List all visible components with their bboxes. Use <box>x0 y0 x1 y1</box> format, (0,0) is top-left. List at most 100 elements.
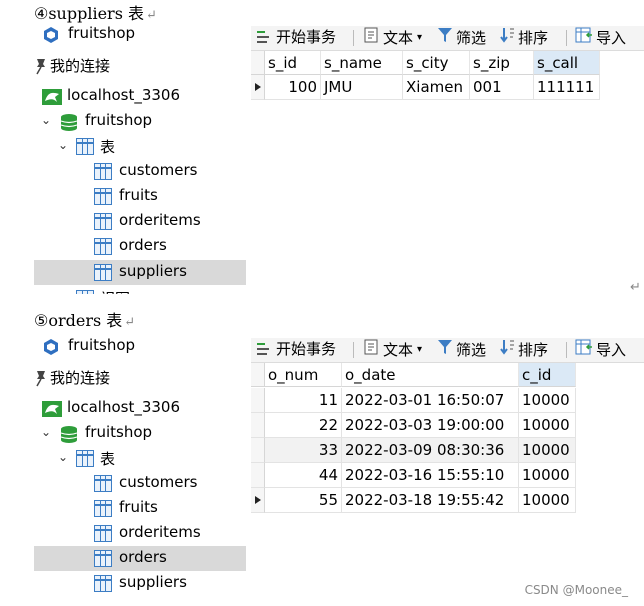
dropdown-caret-icon: ▾ <box>417 31 423 43</box>
table-cell[interactable]: 100 <box>265 75 321 100</box>
tree-server-localhost[interactable]: localhost_3306 <box>34 84 246 109</box>
sort-button[interactable]: 排序 <box>499 26 548 48</box>
tree-table-orders[interactable]: orders <box>34 546 246 571</box>
tree-server-localhost[interactable]: localhost_3306 <box>34 396 246 421</box>
row-marker[interactable] <box>251 413 265 438</box>
chevron-down-icon[interactable]: ⌄ <box>40 425 52 439</box>
row-marker[interactable] <box>251 463 265 488</box>
table-icon <box>94 264 112 281</box>
toolbar-separator <box>566 342 567 358</box>
table-cell[interactable]: 22 <box>265 413 342 438</box>
chevron-down-icon[interactable]: ⌄ <box>57 450 69 464</box>
import-button[interactable]: 导入 <box>575 338 626 360</box>
table-cell[interactable]: 2022-03-16 15:55:10 <box>342 463 519 488</box>
import-button[interactable]: 导入 <box>575 26 626 48</box>
sort-icon <box>499 338 515 360</box>
column-header-s_city[interactable]: s_city <box>403 51 470 75</box>
row-current-marker[interactable] <box>251 75 265 100</box>
transaction-icon <box>255 340 273 358</box>
table-cell[interactable]: 2022-03-18 19:55:42 <box>342 488 519 513</box>
begin-transaction-button[interactable]: 开始事务 <box>255 26 336 47</box>
column-header-o_date[interactable]: o_date <box>342 363 519 387</box>
table-icon <box>94 475 112 492</box>
chevron-down-icon[interactable]: ⌄ <box>40 113 52 127</box>
filter-button[interactable]: 筛选 <box>437 26 486 48</box>
table-icon <box>94 163 112 180</box>
column-header-o_num[interactable]: o_num <box>265 363 342 387</box>
tree-table-customers[interactable]: customers <box>34 471 246 496</box>
tree-my-connections[interactable]: 我的连接 <box>34 365 246 390</box>
begin-transaction-button[interactable]: 开始事务 <box>255 338 336 359</box>
tree-database-fruitshop[interactable]: ⌄ fruitshop <box>34 421 246 446</box>
table-icon <box>94 550 112 567</box>
row-current-marker[interactable] <box>251 488 265 513</box>
tree-table-orderitems[interactable]: orderitems <box>34 209 246 234</box>
column-header-c_id[interactable]: c_id <box>519 363 576 387</box>
column-header-s_id[interactable]: s_id <box>265 51 321 75</box>
tree-root-fruitshop[interactable]: fruitshop <box>34 334 246 359</box>
table-cell[interactable]: Xiamen <box>403 75 470 100</box>
tree-table-fruits[interactable]: fruits <box>34 496 246 521</box>
row-marker[interactable] <box>251 438 265 463</box>
data-grid-suppliers: s_id s_name s_city s_zip s_call 100 JMU … <box>251 51 644 101</box>
table-cell[interactable]: 001 <box>470 75 534 100</box>
table-cell[interactable]: 2022-03-09 08:30:36 <box>342 438 519 463</box>
table-icon <box>94 500 112 517</box>
table-cell[interactable]: 44 <box>265 463 342 488</box>
tree-database-fruitshop[interactable]: ⌄ fruitshop <box>34 109 246 134</box>
table-cell[interactable]: 10000 <box>519 488 576 513</box>
table-cell[interactable]: 33 <box>265 438 342 463</box>
view-folder-icon <box>76 290 94 294</box>
tree-table-suppliers[interactable]: suppliers <box>34 260 246 285</box>
table-cell[interactable]: 10000 <box>519 463 576 488</box>
table-cell[interactable]: 2022-03-03 19:00:00 <box>342 413 519 438</box>
sort-button[interactable]: 排序 <box>499 338 548 360</box>
tree-my-connections[interactable]: 我的连接 <box>34 53 246 78</box>
tree-table-customers[interactable]: customers <box>34 159 246 184</box>
watermark-text: CSDN @Moonee_ <box>524 583 628 597</box>
server-connection-icon <box>42 400 62 417</box>
column-header-s_call[interactable]: s_call <box>534 51 600 75</box>
toolbar-separator <box>353 342 354 358</box>
database-icon <box>60 113 78 131</box>
navigation-tree-2: fruitshop 我的连接 localhost_3306 ⌄ fruitsho… <box>34 334 246 596</box>
table-cell[interactable]: 55 <box>265 488 342 513</box>
tree-table-orders[interactable]: orders <box>34 234 246 259</box>
tree-views-folder[interactable]: 视图 <box>34 286 246 294</box>
column-header-s_name[interactable]: s_name <box>321 51 403 75</box>
navigation-tree-1: fruitshop 我的连接 localhost_3306 ⌄ fruitsho… <box>34 24 246 294</box>
chevron-down-icon[interactable]: ⌄ <box>57 138 69 152</box>
table-icon <box>94 238 112 255</box>
table-cell[interactable]: 11 <box>265 388 342 413</box>
tree-tables-folder[interactable]: ⌄ 表 <box>34 134 246 159</box>
text-button[interactable]: 文本 ▾ <box>363 26 422 48</box>
row-marker[interactable] <box>251 388 265 413</box>
table-cell[interactable]: JMU <box>321 75 403 100</box>
import-icon <box>575 26 593 48</box>
table-icon <box>94 213 112 230</box>
tree-root-fruitshop[interactable]: fruitshop <box>34 24 246 47</box>
table-cell[interactable]: 10000 <box>519 438 576 463</box>
document-icon <box>363 26 379 48</box>
table-cell[interactable]: 10000 <box>519 388 576 413</box>
tree-table-orderitems[interactable]: orderitems <box>34 521 246 546</box>
fruitshop-icon <box>42 338 60 355</box>
table-cell[interactable]: 2022-03-01 16:50:07 <box>342 388 519 413</box>
table-icon <box>94 575 112 592</box>
tree-tables-folder[interactable]: ⌄ 表 <box>34 446 246 471</box>
text-button[interactable]: 文本 ▾ <box>363 338 422 360</box>
toolbar-separator <box>566 30 567 46</box>
section-heading-orders: ⑤orders 表 ↵ <box>34 311 136 330</box>
column-header-s_zip[interactable]: s_zip <box>470 51 534 75</box>
filter-button[interactable]: 筛选 <box>437 338 486 360</box>
paragraph-mark-icon: ↵ <box>630 280 641 295</box>
table-folder-icon <box>76 138 94 155</box>
server-connection-icon <box>42 88 62 105</box>
sort-icon <box>499 26 515 48</box>
tree-table-fruits[interactable]: fruits <box>34 184 246 209</box>
table-cell[interactable]: 10000 <box>519 413 576 438</box>
tree-table-suppliers[interactable]: suppliers <box>34 571 246 596</box>
grid-toolbar-1: 开始事务 文本 ▾ 筛选 排序 导入 <box>251 26 644 51</box>
table-cell[interactable]: 111111 <box>534 75 600 100</box>
paragraph-mark-icon: ↵ <box>124 315 136 330</box>
